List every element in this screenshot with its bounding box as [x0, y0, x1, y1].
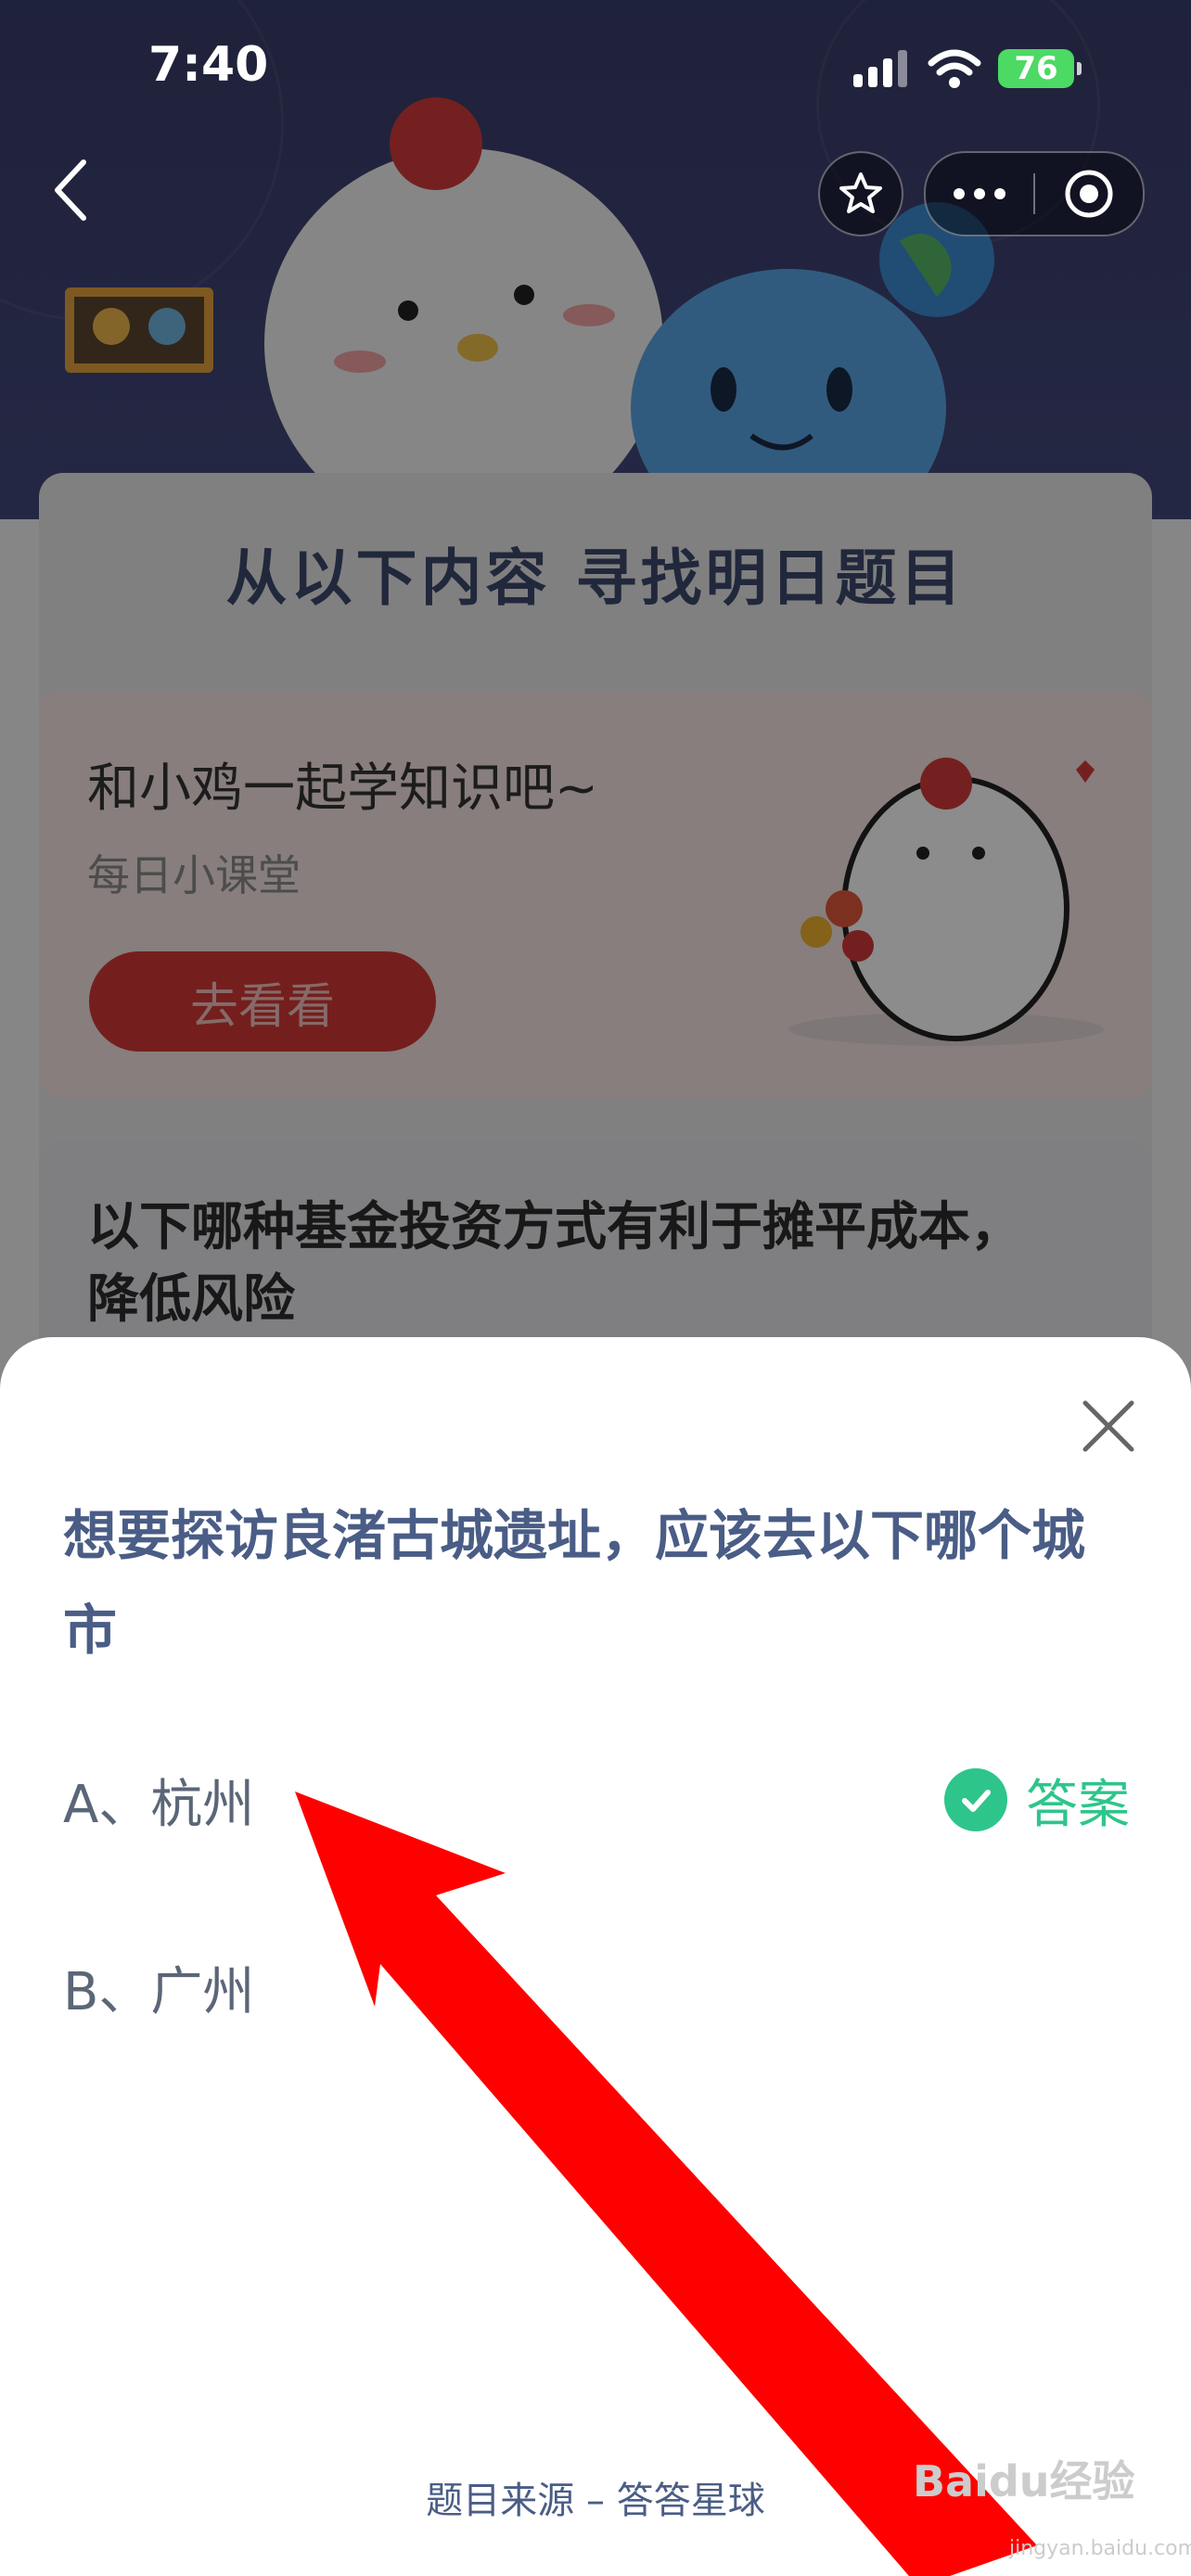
watermark-logo: Baidu经验 — [913, 2456, 1135, 2506]
red-annotation-arrow — [295, 1792, 1037, 2576]
watermark-url: jingyan.baidu.com — [1009, 2537, 1191, 2560]
